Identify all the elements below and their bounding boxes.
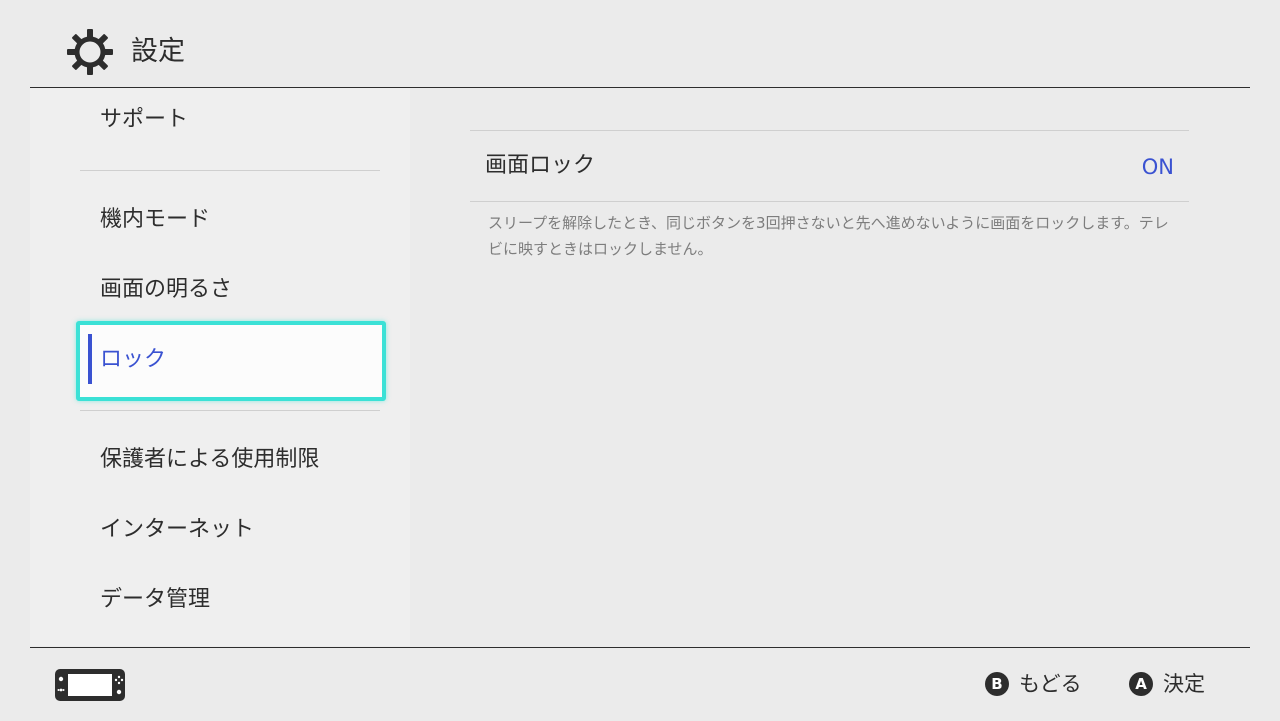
sidebar-item-data-management[interactable]: データ管理 xyxy=(100,585,210,615)
sidebar-item-internet[interactable]: インターネット xyxy=(100,515,254,545)
setting-name: 画面ロック xyxy=(485,153,596,178)
sidebar-item-brightness[interactable]: 画面の明るさ xyxy=(100,275,232,305)
header: 設定 xyxy=(30,0,1250,88)
footer: B もどる A 決定 xyxy=(30,647,1250,721)
confirm-button[interactable]: A 決定 xyxy=(1129,669,1205,699)
back-label: もどる xyxy=(1019,672,1082,696)
confirm-label: 決定 xyxy=(1163,672,1205,696)
a-button-icon: A xyxy=(1129,672,1153,696)
screen-lock-setting[interactable]: 画面ロック ON xyxy=(470,131,1189,201)
setting-description: スリープを解除したとき、同じボタンを3回押さないと先へ進めないように画面をロック… xyxy=(488,214,1169,258)
sidebar: サポート 機内モード 画面の明るさ ロック 保護者による使用制限 インターネット… xyxy=(30,88,410,646)
sidebar-item-label: ロック xyxy=(100,347,167,372)
b-button-icon: B xyxy=(985,672,1009,696)
sidebar-divider xyxy=(80,170,380,171)
sidebar-item-support[interactable]: サポート xyxy=(100,105,188,135)
setting-divider-bottom xyxy=(470,201,1189,202)
selection-indicator xyxy=(88,334,92,384)
sidebar-divider xyxy=(80,410,380,411)
setting-value: ON xyxy=(1141,155,1174,179)
gear-icon xyxy=(67,29,113,75)
sidebar-item-parental-controls[interactable]: 保護者による使用制限 xyxy=(100,445,319,475)
sidebar-item-lock[interactable]: ロック xyxy=(76,321,386,401)
sidebar-item-airplane-mode[interactable]: 機内モード xyxy=(100,205,210,235)
page-title: 設定 xyxy=(131,36,185,67)
handheld-console-icon xyxy=(55,669,125,701)
back-button[interactable]: B もどる xyxy=(985,669,1082,699)
